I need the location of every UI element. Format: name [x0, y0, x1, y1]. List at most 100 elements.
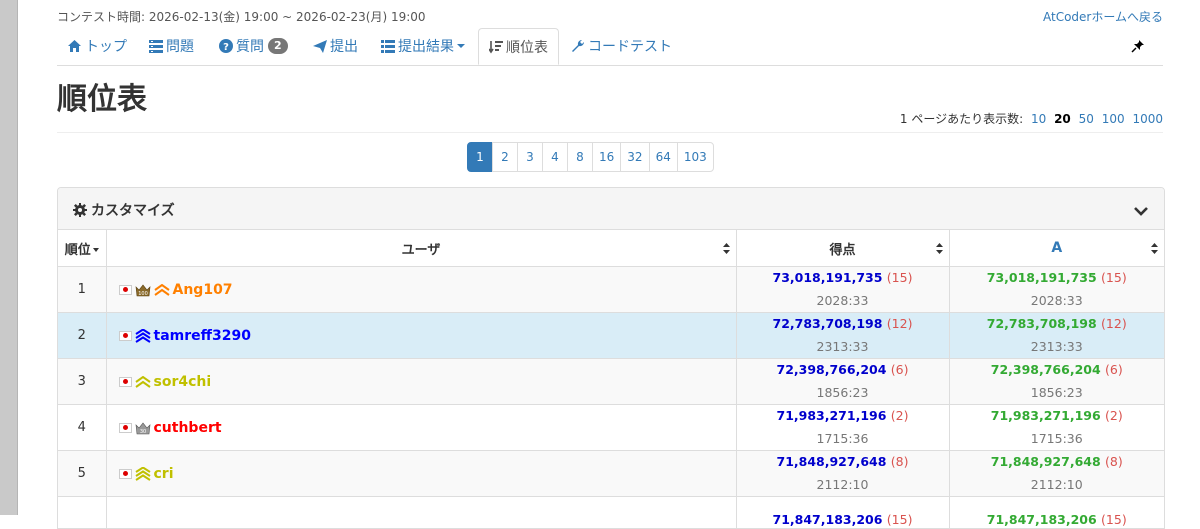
task-time: 2313:33	[950, 338, 1165, 356]
tab-custom-test[interactable]: コードテスト	[571, 28, 672, 64]
task-score: 72,783,708,198	[987, 316, 1097, 331]
task-time: 1856:23	[950, 384, 1165, 402]
total-score-cell: 71,848,927,648 (8) 2112:10	[736, 451, 949, 497]
page-link-1[interactable]: 1	[467, 142, 493, 172]
send-icon	[313, 40, 327, 53]
tab-top[interactable]: トップ	[67, 28, 127, 64]
per-page-option-20[interactable]: 20	[1054, 112, 1071, 126]
page-link-4[interactable]: 4	[542, 142, 568, 172]
page-link-103[interactable]: 103	[677, 142, 714, 172]
elapsed-time: 1856:23	[737, 384, 949, 402]
standings-panel: カスタマイズ 順位 ユーザ 得点	[57, 187, 1165, 529]
home-link[interactable]: AtCoderホームへ戻る	[1043, 8, 1163, 25]
tab-standings-label: 順位表	[506, 37, 548, 57]
main-container: コンテスト時間: 2026-02-13(金) 19:00 ~ 2026-02-2…	[57, 0, 1163, 133]
page-link-32[interactable]: 32	[620, 142, 649, 172]
contest-nav: トップ 問題 ? 質問 2 提出 提出結果	[57, 28, 1163, 66]
tab-custom-test-label: コードテスト	[588, 36, 672, 56]
page-title: 順位表	[57, 80, 147, 120]
pin-icon[interactable]	[1131, 38, 1145, 57]
task-a-score-cell[interactable]: 71,847,183,206 (15)	[949, 497, 1164, 529]
user-cell	[106, 497, 736, 529]
user-header[interactable]: ユーザ	[106, 230, 736, 267]
contest-time: コンテスト時間: 2026-02-13(金) 19:00 ~ 2026-02-2…	[57, 8, 426, 25]
tab-standings[interactable]: 順位表	[478, 28, 559, 65]
table-row: 3 sor4chi 72,398,766,204 (6) 1856:23 72,…	[58, 359, 1164, 405]
customize-label: カスタマイズ	[91, 200, 175, 220]
per-page-label: 1 ページあたり表示数:	[900, 112, 1023, 126]
home-icon	[67, 39, 82, 53]
per-page-option-50[interactable]: 50	[1079, 112, 1094, 126]
table-row: 4 30 cuthbert 71,983,271,196 (2) 1715:36…	[58, 405, 1164, 451]
total-score: 72,783,708,198	[773, 316, 883, 331]
task-a-score-cell[interactable]: 73,018,191,735 (15) 2028:33	[949, 267, 1164, 313]
task-score: 71,983,271,196	[991, 408, 1101, 423]
gear-icon	[73, 203, 87, 217]
crown-label: 100	[138, 291, 148, 297]
pagination: 1 2 3 4 8 16 32 64 103	[467, 142, 714, 172]
user-cell: sor4chi	[106, 359, 736, 405]
sort-icon	[1151, 243, 1158, 258]
tab-submit[interactable]: 提出	[313, 28, 358, 64]
user-cell: 30 cuthbert	[106, 405, 736, 451]
task-a-header-label[interactable]: A	[1051, 240, 1062, 256]
tab-questions-label: 質問	[236, 36, 264, 56]
rank-cell: 4	[58, 405, 106, 451]
question-icon: ?	[219, 39, 233, 53]
title-row: 順位表 1 ページあたり表示数: 10 20 50 100 1000	[57, 66, 1163, 133]
crown-label: 30	[139, 429, 145, 435]
tab-submit-label: 提出	[330, 36, 358, 56]
list-icon	[381, 40, 395, 53]
username-link[interactable]: cuthbert	[154, 420, 222, 436]
page-link-3[interactable]: 3	[517, 142, 543, 172]
customize-panel-heading[interactable]: カスタマイズ	[58, 188, 1164, 230]
rank-chevron-icon	[135, 329, 151, 343]
tasks-icon	[149, 40, 163, 53]
crown-icon: 100	[135, 283, 151, 297]
per-page-option-10[interactable]: 10	[1031, 112, 1046, 126]
per-page-option-100[interactable]: 100	[1102, 112, 1125, 126]
dropdown-caret-icon	[457, 44, 465, 48]
total-score-cell: 73,018,191,735 (15) 2028:33	[736, 267, 949, 313]
penalty: (15)	[1101, 512, 1127, 527]
penalty: (6)	[1105, 362, 1123, 377]
rank-cell: 3	[58, 359, 106, 405]
username-link[interactable]: cri	[154, 466, 174, 482]
standings-table: 順位 ユーザ 得点 A 1	[58, 230, 1164, 529]
chevron-down-icon[interactable]	[1134, 201, 1148, 220]
sort-icon	[936, 243, 943, 258]
penalty: (15)	[887, 512, 913, 527]
username-link[interactable]: sor4chi	[154, 374, 212, 390]
task-score: 71,847,183,206	[987, 512, 1097, 527]
questions-count-badge: 2	[268, 38, 288, 54]
page-link-64[interactable]: 64	[649, 142, 678, 172]
total-score: 72,398,766,204	[777, 362, 887, 377]
task-a-score-cell[interactable]: 72,398,766,204 (6) 1856:23	[949, 359, 1164, 405]
tab-tasks[interactable]: 問題	[149, 28, 194, 64]
task-time: 1715:36	[950, 430, 1165, 448]
table-header-row: 順位 ユーザ 得点 A	[58, 230, 1164, 267]
per-page-option-1000[interactable]: 1000	[1132, 112, 1163, 126]
task-a-score-cell[interactable]: 71,983,271,196 (2) 1715:36	[949, 405, 1164, 451]
task-a-score-cell[interactable]: 71,848,927,648 (8) 2112:10	[949, 451, 1164, 497]
task-a-header[interactable]: A	[949, 230, 1164, 267]
username-link[interactable]: Ang107	[173, 282, 233, 298]
page-link-2[interactable]: 2	[492, 142, 518, 172]
task-time: 2028:33	[950, 292, 1165, 310]
page-link-8[interactable]: 8	[567, 142, 593, 172]
user-header-label: ユーザ	[402, 243, 441, 258]
page-link-16[interactable]: 16	[592, 142, 621, 172]
tab-results[interactable]: 提出結果	[381, 28, 465, 64]
svg-text:?: ?	[223, 42, 229, 53]
rank-header[interactable]: 順位	[58, 230, 106, 267]
wrench-icon	[571, 39, 585, 53]
username-link[interactable]: tamreff3290	[154, 328, 251, 344]
task-a-score-cell[interactable]: 72,783,708,198 (12) 2313:33	[949, 313, 1164, 359]
japan-flag-icon	[119, 285, 132, 295]
customize-toggle[interactable]: カスタマイズ	[73, 200, 175, 220]
penalty: (15)	[1101, 270, 1127, 285]
penalty: (8)	[1105, 454, 1123, 469]
score-header[interactable]: 得点	[736, 230, 949, 267]
elapsed-time: 1715:36	[737, 430, 949, 448]
tab-questions[interactable]: ? 質問 2	[219, 28, 288, 64]
